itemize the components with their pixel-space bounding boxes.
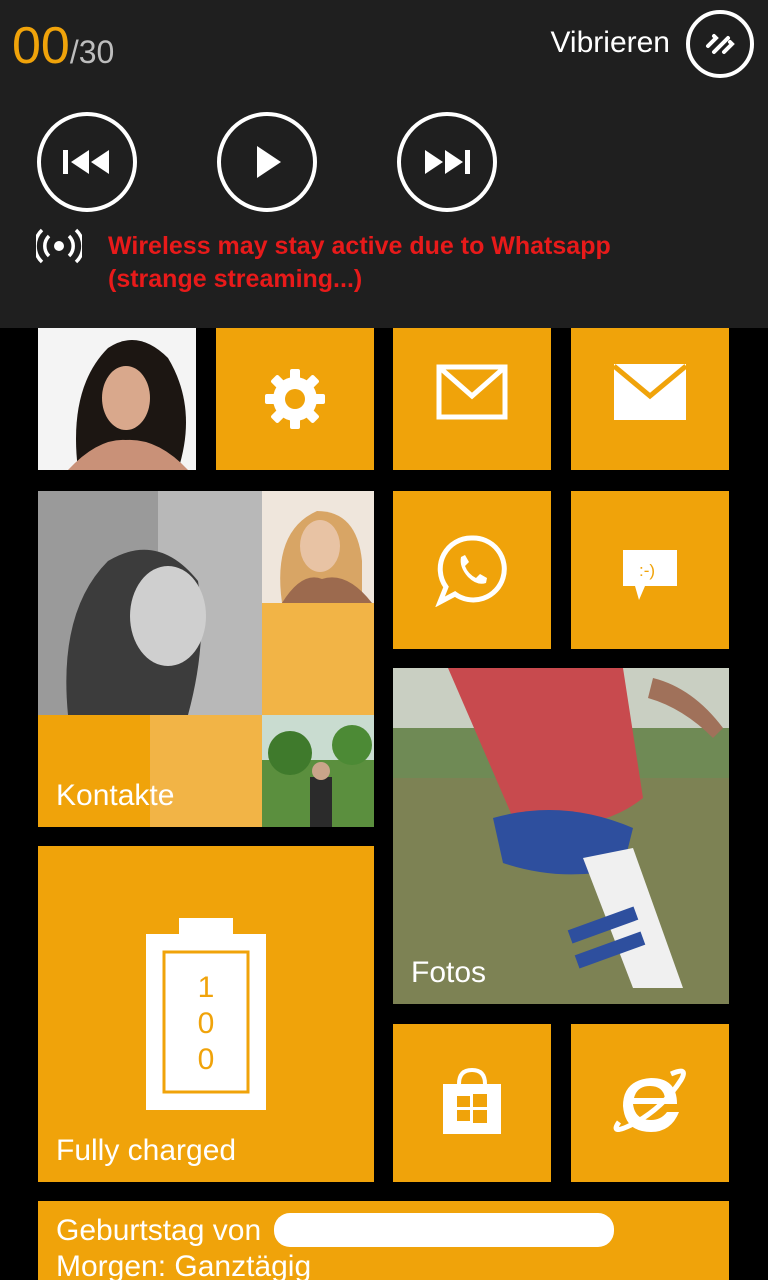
contact-photo-large [38,491,262,715]
battery-label: Fully charged [56,1134,237,1167]
mail-icon [614,364,686,420]
store-icon [443,1067,501,1134]
contact-photo-small-2 [262,715,374,827]
vibrate-label: Vibrieren [550,26,670,59]
contacts-label: Kontakte [56,779,175,812]
mail-tile-2[interactable] [571,328,729,470]
store-tile[interactable] [393,1024,551,1182]
internet-explorer-tile[interactable] [571,1024,729,1182]
play-icon [257,146,281,178]
notice-line-1: Wireless may stay active due to Whatsapp [108,232,611,260]
portrait-photo [38,328,196,470]
previous-track-button[interactable] [37,112,137,212]
volume-current: 00 [12,17,70,75]
internet-explorer-icon [613,1068,686,1132]
vibrate-icon [706,34,735,54]
contact-photo-small-1 [262,491,374,603]
contacts-tile[interactable]: Kontakte [38,491,374,827]
volume-panel: 00/30 Vibrieren Wireless may stay active… [0,0,768,328]
volume-level: 00/30 [12,18,114,80]
battery-digit-1: 1 [197,971,215,1004]
people-photo-tile[interactable] [38,328,196,470]
calendar-line-1: Geburtstag von [56,1214,262,1247]
battery-digit-2: 0 [197,1007,215,1040]
calendar-tile[interactable]: Geburtstag von Morgen: Ganztägig [38,1201,729,1280]
photos-label: Fotos [411,956,487,989]
whatsapp-icon [435,535,507,607]
play-button[interactable] [217,112,317,212]
vibrate-button[interactable] [686,10,754,78]
skip-previous-icon [63,150,109,174]
redaction [274,1213,614,1247]
volume-max: /30 [69,34,115,70]
battery-level: 1 0 0 [186,970,226,1078]
photos-tile[interactable]: Fotos [393,668,729,1004]
messaging-icon: :-) [623,550,677,600]
battery-digit-3: 0 [197,1043,215,1076]
wireless-notice: Wireless may stay active due to Whatsapp… [108,230,611,296]
gear-icon [265,369,325,429]
battery-tile[interactable]: 1 0 0 Fully charged [38,846,374,1182]
notice-line-2: (strange streaming...) [108,265,363,293]
skip-next-icon [425,150,470,174]
next-track-button[interactable] [397,112,497,212]
whatsapp-tile[interactable] [393,491,551,649]
calendar-line-2: Morgen: Ganztägig [56,1250,312,1280]
photos-image [393,668,729,1004]
messaging-tile[interactable]: :-) [571,491,729,649]
settings-tile[interactable] [216,328,374,470]
calendar-text: Geburtstag von Morgen: Ganztägig [56,1213,311,1280]
mail-icon [436,364,508,420]
svg-text::-): :-) [639,561,655,580]
wireless-icon [36,228,82,264]
mail-tile-1[interactable] [393,328,551,470]
contacts-filler-1 [262,603,374,715]
